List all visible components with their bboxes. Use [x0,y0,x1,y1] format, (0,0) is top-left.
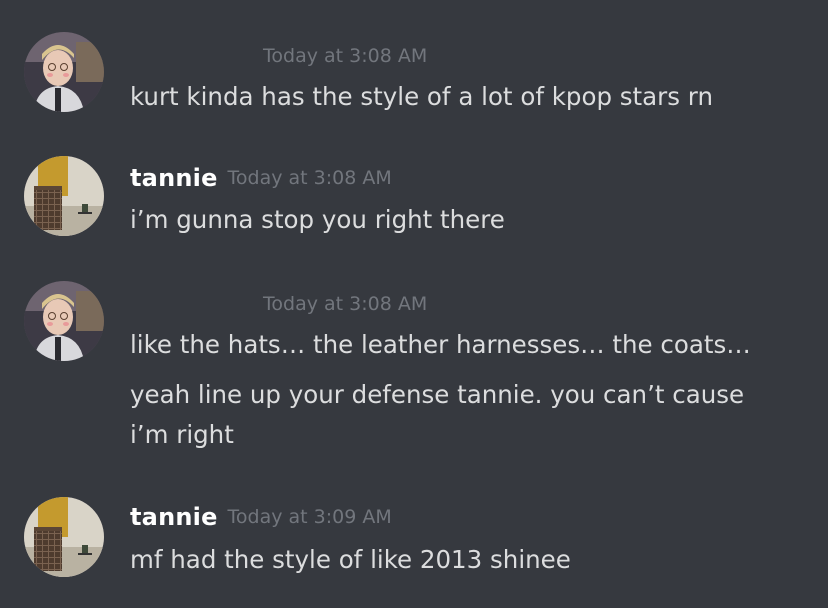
avatar[interactable] [24,497,104,577]
message-header: tannie Today at 3:08 AM [130,164,392,192]
avatar[interactable] [24,281,104,361]
message-timestamp: Today at 3:08 AM [263,293,428,315]
avatar-user-1-image [24,281,104,361]
avatar[interactable] [24,32,104,112]
message-text: kurt kinda has the style of a lot of kpo… [130,82,713,111]
avatar[interactable] [24,156,104,236]
avatar-user-1-image [24,32,104,112]
message-text: mf had the style of like 2013 shinee [130,545,571,574]
message-text: i’m gunna stop you right there [130,205,505,234]
username[interactable]: tannie [130,503,218,531]
message-header: tannie Today at 3:09 AM [130,503,392,531]
message-text: like the hats… the leather harnesses… th… [130,330,751,359]
message-timestamp: Today at 3:09 AM [227,506,392,528]
username[interactable]: tannie [130,164,218,192]
message-timestamp: Today at 3:08 AM [227,167,392,189]
avatar-tannie-image [24,497,104,577]
message-text: yeah line up your defense tannie. you ca… [130,380,752,449]
avatar-tannie-image [24,156,104,236]
message-timestamp: Today at 3:08 AM [263,45,428,67]
